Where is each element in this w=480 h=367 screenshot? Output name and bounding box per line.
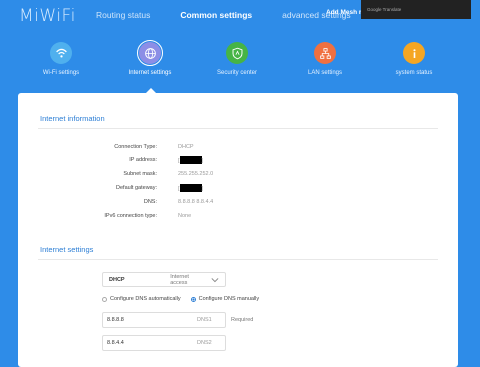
- info-value: 255.255.252.0: [178, 171, 214, 177]
- wifi-icon: [50, 42, 72, 64]
- internet-settings-title: Internet settings: [40, 245, 94, 254]
- info-label: Default gateway:: [116, 185, 157, 191]
- info-label: Subnet mask:: [123, 171, 157, 177]
- nav-common-settings[interactable]: Common settings: [180, 10, 252, 20]
- connection-mode-hint: Internet access: [170, 273, 189, 286]
- tile-lan-settings[interactable]: LAN settings: [290, 42, 360, 76]
- tile-security-center[interactable]: Security center: [202, 42, 272, 76]
- info-row-subnet-mask: Subnet mask: 255.255.252.0: [38, 171, 338, 181]
- tile-system-status[interactable]: system status: [379, 42, 449, 76]
- info-label: IP address:: [129, 157, 157, 163]
- miwifi-logo: MiWiFi: [19, 6, 76, 26]
- tile-internet-settings[interactable]: Internet settings: [115, 40, 185, 76]
- dns-mode-radios: Configure DNS automatically Configure DN…: [102, 296, 259, 302]
- network-icon: [314, 42, 336, 64]
- redaction-bar: [179, 184, 202, 192]
- info-value-redacted: []: [178, 156, 203, 164]
- shield-icon: [226, 42, 248, 64]
- divider: [38, 259, 438, 260]
- dns2-tag: DNS2: [197, 340, 212, 346]
- dns1-field[interactable]: 8.8.8.8 DNS1: [102, 312, 226, 328]
- info-value-redacted: []: [178, 184, 203, 192]
- redaction-bar: [179, 156, 202, 164]
- info-row-ipv6-type: IPv6 connection type: None: [38, 213, 338, 223]
- chevron-down-icon: [211, 277, 219, 282]
- nav-routing-status[interactable]: Routing status: [96, 10, 150, 20]
- info-icon: [403, 42, 425, 64]
- info-value: 8.8.8.8 8.8.4.4: [178, 199, 214, 205]
- dns-auto-label[interactable]: Configure DNS automatically: [110, 296, 181, 302]
- info-row-dns: DNS: 8.8.8.8 8.8.4.4: [38, 199, 338, 209]
- translate-overlay: Google Translate: [361, 0, 471, 19]
- dns-auto-radio[interactable]: [102, 296, 107, 302]
- settings-tiles: Wi-Fi settings Internet settings Securit…: [0, 40, 480, 92]
- globe-icon: [137, 40, 163, 66]
- tile-wifi-settings[interactable]: Wi-Fi settings: [26, 42, 96, 76]
- connection-mode-value: DHCP: [109, 276, 125, 283]
- tile-system-label: system status: [395, 70, 433, 76]
- divider: [38, 128, 438, 129]
- info-label: IPv6 connection type:: [104, 213, 157, 219]
- info-row-ip-address: IP address: []: [38, 156, 338, 167]
- dns-manual-label[interactable]: Configure DNS manually: [199, 296, 260, 302]
- tile-internet-label: Internet settings: [128, 70, 172, 76]
- dns1-tag: DNS1: [197, 317, 212, 323]
- info-row-default-gateway: Default gateway: []: [38, 184, 338, 195]
- dns-manual-radio[interactable]: [190, 296, 196, 302]
- info-row-connection-type: Connection Type: DHCP: [38, 144, 338, 154]
- info-label: Connection Type:: [114, 144, 157, 150]
- required-label: Required: [231, 317, 254, 323]
- tile-lan-label: LAN settings: [307, 70, 343, 76]
- dns2-field[interactable]: 8.8.4.4 DNS2: [102, 335, 226, 351]
- dns2-value: 8.8.4.4: [107, 340, 124, 346]
- info-value: DHCP: [178, 144, 194, 150]
- tile-security-label: Security center: [216, 70, 258, 76]
- internet-information-title: Internet information: [40, 114, 105, 123]
- connection-mode-select[interactable]: DHCP Internet access: [102, 272, 226, 287]
- info-value: None: [178, 213, 192, 219]
- info-label: DNS:: [143, 199, 157, 205]
- dns1-value: 8.8.8.8: [107, 317, 124, 323]
- tile-wifi-label: Wi-Fi settings: [42, 70, 80, 76]
- settings-card: Internet information Connection Type: DH…: [18, 93, 458, 367]
